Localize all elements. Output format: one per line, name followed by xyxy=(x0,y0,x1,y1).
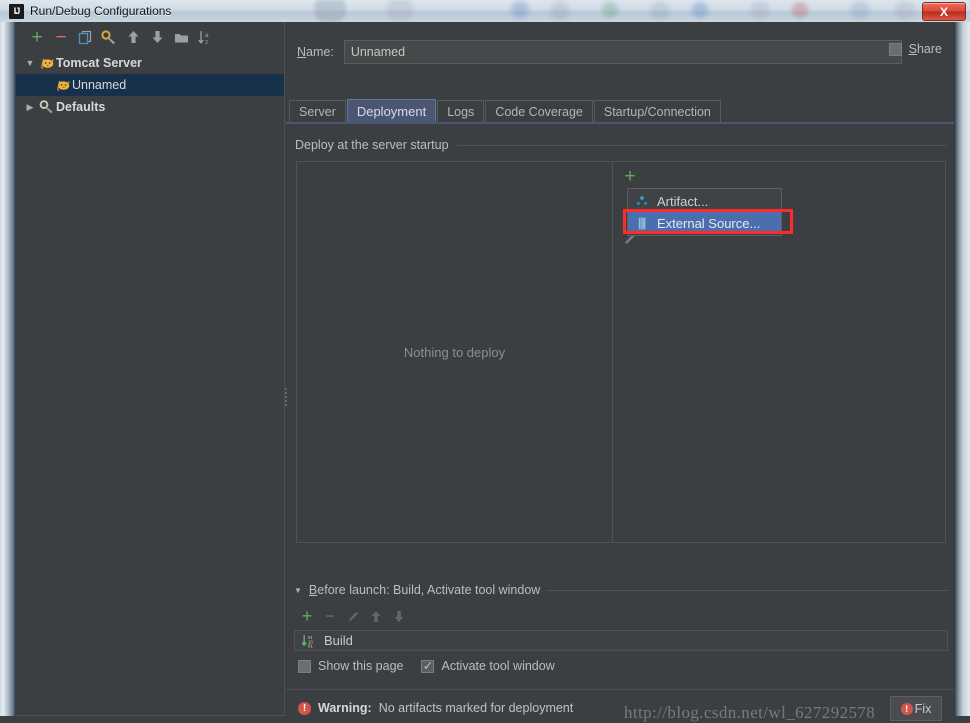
before-launch-title: ▼ Before launch: Build, Activate tool wi… xyxy=(294,583,948,597)
tab-code-coverage[interactable]: Code Coverage xyxy=(485,100,593,123)
menu-item-label: Artifact... xyxy=(657,194,708,209)
run-debug-configurations-dialog: + − xyxy=(16,22,954,716)
build-compile-icon: 01 10 01 xyxy=(300,634,318,648)
svg-text:z: z xyxy=(205,39,208,45)
before-launch-toolbar: + − xyxy=(298,607,408,625)
artifact-diamond-icon xyxy=(634,195,650,208)
deployment-empty-text: Nothing to deploy xyxy=(404,345,505,360)
before-launch-task-row[interactable]: 01 10 01 Build xyxy=(294,630,948,651)
deployment-list[interactable]: Nothing to deploy xyxy=(297,162,613,542)
tree-toolbar: + − xyxy=(16,22,284,52)
window-frame: IJ Run/Debug Configurations X + − xyxy=(0,0,970,716)
window-title: Run/Debug Configurations xyxy=(30,4,171,18)
tab-server[interactable]: Server xyxy=(289,100,346,123)
status-warning: ! Warning: No artifacts marked for deplo… xyxy=(298,701,573,715)
tree-item-defaults[interactable]: ▶ Defaults xyxy=(16,96,284,118)
plus-icon[interactable]: + xyxy=(620,167,640,187)
plus-icon[interactable]: + xyxy=(26,26,48,48)
tomcat-cat-icon xyxy=(54,79,72,92)
chevron-down-icon[interactable]: ▼ xyxy=(294,586,302,595)
arrow-up-icon[interactable] xyxy=(122,26,144,48)
deployment-area: Nothing to deploy + xyxy=(296,161,946,543)
tab-deployment[interactable]: Deployment xyxy=(347,99,436,123)
share-label: Share xyxy=(909,42,942,56)
task-label: Build xyxy=(324,633,353,648)
share-checkbox[interactable]: Share xyxy=(889,42,942,56)
name-input[interactable] xyxy=(344,40,902,64)
warning-message: No artifacts marked for deployment xyxy=(379,701,574,715)
configurations-tree: ▼ Tomcat Server xyxy=(16,52,284,118)
configurations-tree-panel: + − xyxy=(16,22,285,716)
svg-text:01: 01 xyxy=(308,643,313,647)
warning-exclamation-icon: ! xyxy=(298,702,311,715)
tree-item-label: Unnamed xyxy=(72,78,126,92)
fix-button[interactable]: ! Fix xyxy=(890,696,942,721)
arrow-down-icon[interactable] xyxy=(146,26,168,48)
arrow-up-icon xyxy=(367,607,385,625)
configuration-detail-panel: Name: Share Server Deployment Logs Code … xyxy=(286,22,954,716)
window-titlebar: IJ Run/Debug Configurations X xyxy=(0,0,970,22)
tree-item-label: Tomcat Server xyxy=(56,56,142,70)
add-deployment-menu[interactable]: Artifact... External Source... xyxy=(627,188,782,236)
titlebar-content: IJ Run/Debug Configurations xyxy=(9,2,171,20)
watermark-url: http://blog.csdn.net/wl_627292578 xyxy=(624,703,875,723)
activate-tool-window-box[interactable]: ✓ xyxy=(421,660,434,673)
show-this-page-label: Show this page xyxy=(318,659,403,673)
external-source-icon xyxy=(634,217,650,230)
name-label: Name: xyxy=(297,45,334,59)
menu-item-label: External Source... xyxy=(657,216,760,231)
deploy-group-title: Deploy at the server startup xyxy=(295,138,947,152)
tree-item-unnamed[interactable]: Unnamed xyxy=(16,74,284,96)
svg-text:a: a xyxy=(205,32,209,39)
tab-underline xyxy=(286,122,954,124)
tab-startup-connection[interactable]: Startup/Connection xyxy=(594,100,721,123)
deploy-group-label: Deploy at the server startup xyxy=(295,138,449,152)
warning-prefix: Warning: xyxy=(318,701,372,715)
folder-icon[interactable] xyxy=(170,26,192,48)
intellij-logo-icon: IJ xyxy=(9,4,24,19)
menu-item-artifact[interactable]: Artifact... xyxy=(628,190,781,212)
status-separator xyxy=(286,689,954,690)
share-checkbox-box[interactable] xyxy=(889,43,902,56)
config-tabs: Server Deployment Logs Code Coverage Sta… xyxy=(286,99,954,123)
show-this-page-checkbox[interactable]: Show this page xyxy=(298,659,403,673)
tab-logs[interactable]: Logs xyxy=(437,100,484,123)
chevron-right-icon[interactable]: ▶ xyxy=(22,102,38,113)
settings-wrench-icon xyxy=(38,100,56,114)
minus-icon: − xyxy=(321,607,339,625)
tree-item-label: Defaults xyxy=(56,100,105,114)
sort-alpha-icon[interactable]: a z xyxy=(194,26,216,48)
copy-icon[interactable] xyxy=(74,26,96,48)
tomcat-cat-icon xyxy=(38,57,56,70)
show-this-page-box[interactable] xyxy=(298,660,311,673)
chevron-down-icon[interactable]: ▼ xyxy=(22,58,38,68)
warning-exclamation-icon: ! xyxy=(901,703,913,715)
activate-tool-window-label: Activate tool window xyxy=(441,659,554,673)
menu-item-external-source[interactable]: External Source... xyxy=(628,212,781,234)
fix-button-label: Fix xyxy=(915,702,932,716)
minus-icon[interactable]: − xyxy=(50,26,72,48)
settings-wrench-icon[interactable] xyxy=(98,26,120,48)
activate-tool-window-checkbox[interactable]: ✓ Activate tool window xyxy=(421,659,554,673)
before-launch-label: Before launch: Build, Activate tool wind… xyxy=(309,583,540,597)
name-row: Name: xyxy=(297,40,902,64)
before-launch-options: Show this page ✓ Activate tool window xyxy=(298,659,555,673)
group-separator-rule xyxy=(457,145,947,146)
close-icon[interactable]: X xyxy=(922,2,966,21)
tree-item-tomcat-server[interactable]: ▼ Tomcat Server xyxy=(16,52,284,74)
plus-icon[interactable]: + xyxy=(298,607,316,625)
pencil-edit-icon xyxy=(344,607,362,625)
arrow-down-icon xyxy=(390,607,408,625)
group-separator-rule xyxy=(547,590,948,591)
